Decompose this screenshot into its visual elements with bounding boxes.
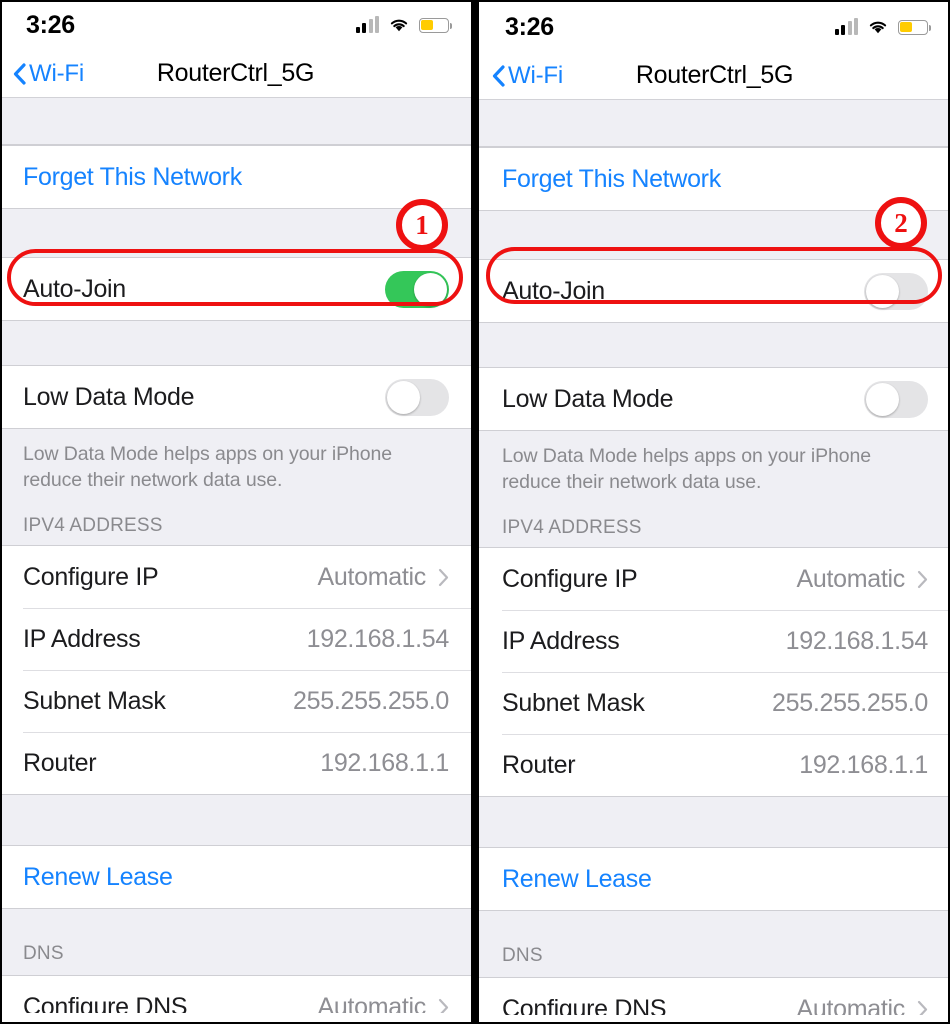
low-data-mode-footnote: Low Data Mode helps apps on your iPhone … xyxy=(479,431,950,495)
subnet-mask-label: Subnet Mask xyxy=(502,688,645,717)
section-gap-auto-join xyxy=(0,209,471,257)
status-bar: 3:26 xyxy=(479,2,950,52)
cellular-signal-icon xyxy=(355,16,379,33)
section-gap-top xyxy=(479,100,950,147)
row-configure-ip[interactable]: Configure IP Automatic xyxy=(0,546,471,608)
low-data-mode-group: Low Data Mode xyxy=(0,365,471,429)
row-ip-address: IP Address 192.168.1.54 xyxy=(479,610,950,672)
back-button-label: Wi-Fi xyxy=(29,59,84,87)
ipv4-group: Configure IP Automatic IP Address 192.16… xyxy=(479,547,950,797)
renew-lease-label: Renew Lease xyxy=(502,864,652,893)
ipv4-group: Configure IP Automatic IP Address 192.16… xyxy=(0,545,471,795)
chevron-right-icon xyxy=(917,570,928,588)
chevron-left-icon xyxy=(13,62,26,85)
cellular-signal-icon xyxy=(834,18,858,35)
subnet-mask-label: Subnet Mask xyxy=(23,686,166,715)
back-button-wifi[interactable]: Wi-Fi xyxy=(479,62,563,90)
auto-join-toggle[interactable] xyxy=(385,270,449,308)
status-bar-clock: 3:26 xyxy=(505,12,554,41)
section-gap-top xyxy=(0,98,471,145)
row-renew-lease[interactable]: Renew Lease xyxy=(0,846,471,908)
ip-address-label: IP Address xyxy=(23,624,141,653)
row-ip-address: IP Address 192.168.1.54 xyxy=(0,608,471,670)
row-router: Router 192.168.1.1 xyxy=(479,734,950,796)
navigation-bar: Wi-Fi RouterCtrl_5G xyxy=(479,52,950,100)
low-data-mode-label: Low Data Mode xyxy=(502,384,674,413)
ip-address-value: 192.168.1.54 xyxy=(306,624,450,653)
row-forget-this-network[interactable]: Forget This Network xyxy=(479,148,950,210)
configure-ip-value: Automatic xyxy=(317,562,427,591)
section-gap-low-data xyxy=(0,321,471,365)
screenshot-stage: 3:26 Wi-Fi RouterCtrl_5G Forget This Net… xyxy=(0,0,950,1024)
renew-lease-label: Renew Lease xyxy=(23,862,173,891)
row-auto-join[interactable]: Auto-Join xyxy=(479,260,950,322)
row-forget-this-network[interactable]: Forget This Network xyxy=(0,146,471,208)
auto-join-label: Auto-Join xyxy=(23,274,126,303)
section-gap-renew xyxy=(479,797,950,847)
section-gap-low-data xyxy=(479,323,950,367)
configure-ip-label: Configure IP xyxy=(23,562,159,591)
configure-ip-label: Configure IP xyxy=(502,564,638,593)
section-gap-renew xyxy=(0,795,471,845)
forget-network-label: Forget This Network xyxy=(502,164,721,193)
forget-network-group: Forget This Network xyxy=(0,145,471,209)
wifi-icon xyxy=(869,21,887,34)
phone-screenshot-right: 3:26 Wi-Fi RouterCtrl_5G Forget This Net… xyxy=(479,0,950,1024)
row-router: Router 192.168.1.1 xyxy=(0,732,471,794)
renew-lease-group: Renew Lease xyxy=(0,845,471,909)
ip-address-label: IP Address xyxy=(502,626,620,655)
dns-section-header: DNS xyxy=(479,911,950,977)
auto-join-group: Auto-Join xyxy=(0,257,471,321)
navigation-bar: Wi-Fi RouterCtrl_5G xyxy=(0,50,471,98)
back-button-label: Wi-Fi xyxy=(508,61,563,89)
home-indicator-area xyxy=(479,1015,950,1024)
phone-screenshot-left: 3:26 Wi-Fi RouterCtrl_5G Forget This Net… xyxy=(0,0,471,1024)
forget-network-label: Forget This Network xyxy=(23,162,242,191)
low-data-mode-footnote: Low Data Mode helps apps on your iPhone … xyxy=(0,429,471,493)
router-label: Router xyxy=(23,748,97,777)
row-subnet-mask: Subnet Mask 255.255.255.0 xyxy=(0,670,471,732)
ipv4-section-header: IPV4 ADDRESS xyxy=(0,493,471,545)
settings-content: Forget This Network Auto-Join Low Data M… xyxy=(0,98,471,1024)
back-button-wifi[interactable]: Wi-Fi xyxy=(0,60,84,88)
status-bar: 3:26 xyxy=(0,0,471,50)
subnet-mask-value: 255.255.255.0 xyxy=(772,688,928,717)
battery-low-power-icon xyxy=(898,19,932,35)
auto-join-toggle[interactable] xyxy=(864,272,928,310)
chevron-right-icon xyxy=(438,568,449,586)
auto-join-label: Auto-Join xyxy=(502,276,605,305)
row-low-data-mode[interactable]: Low Data Mode xyxy=(0,366,471,428)
settings-content: Forget This Network Auto-Join Low Data M… xyxy=(479,100,950,1024)
low-data-mode-toggle[interactable] xyxy=(864,380,928,418)
status-bar-clock: 3:26 xyxy=(26,10,75,39)
subnet-mask-value: 255.255.255.0 xyxy=(293,686,449,715)
dns-section-header: DNS xyxy=(0,909,471,975)
row-subnet-mask: Subnet Mask 255.255.255.0 xyxy=(479,672,950,734)
low-data-mode-label: Low Data Mode xyxy=(23,382,195,411)
renew-lease-group: Renew Lease xyxy=(479,847,950,911)
status-bar-icons xyxy=(355,16,453,33)
auto-join-group: Auto-Join xyxy=(479,259,950,323)
chevron-left-icon xyxy=(492,64,505,87)
router-value: 192.168.1.1 xyxy=(320,748,449,777)
low-data-mode-group: Low Data Mode xyxy=(479,367,950,431)
panel-divider xyxy=(471,0,479,1024)
section-gap-auto-join xyxy=(479,211,950,259)
router-label: Router xyxy=(502,750,576,779)
home-indicator-area xyxy=(0,1013,471,1024)
row-low-data-mode[interactable]: Low Data Mode xyxy=(479,368,950,430)
ipv4-section-header: IPV4 ADDRESS xyxy=(479,495,950,547)
row-renew-lease[interactable]: Renew Lease xyxy=(479,848,950,910)
row-auto-join[interactable]: Auto-Join xyxy=(0,258,471,320)
low-data-mode-toggle[interactable] xyxy=(385,378,449,416)
ip-address-value: 192.168.1.54 xyxy=(785,626,929,655)
row-configure-ip[interactable]: Configure IP Automatic xyxy=(479,548,950,610)
battery-low-power-icon xyxy=(419,17,453,33)
status-bar-icons xyxy=(834,18,932,35)
router-value: 192.168.1.1 xyxy=(799,750,928,779)
forget-network-group: Forget This Network xyxy=(479,147,950,211)
configure-ip-value: Automatic xyxy=(796,564,906,593)
wifi-icon xyxy=(390,19,408,32)
